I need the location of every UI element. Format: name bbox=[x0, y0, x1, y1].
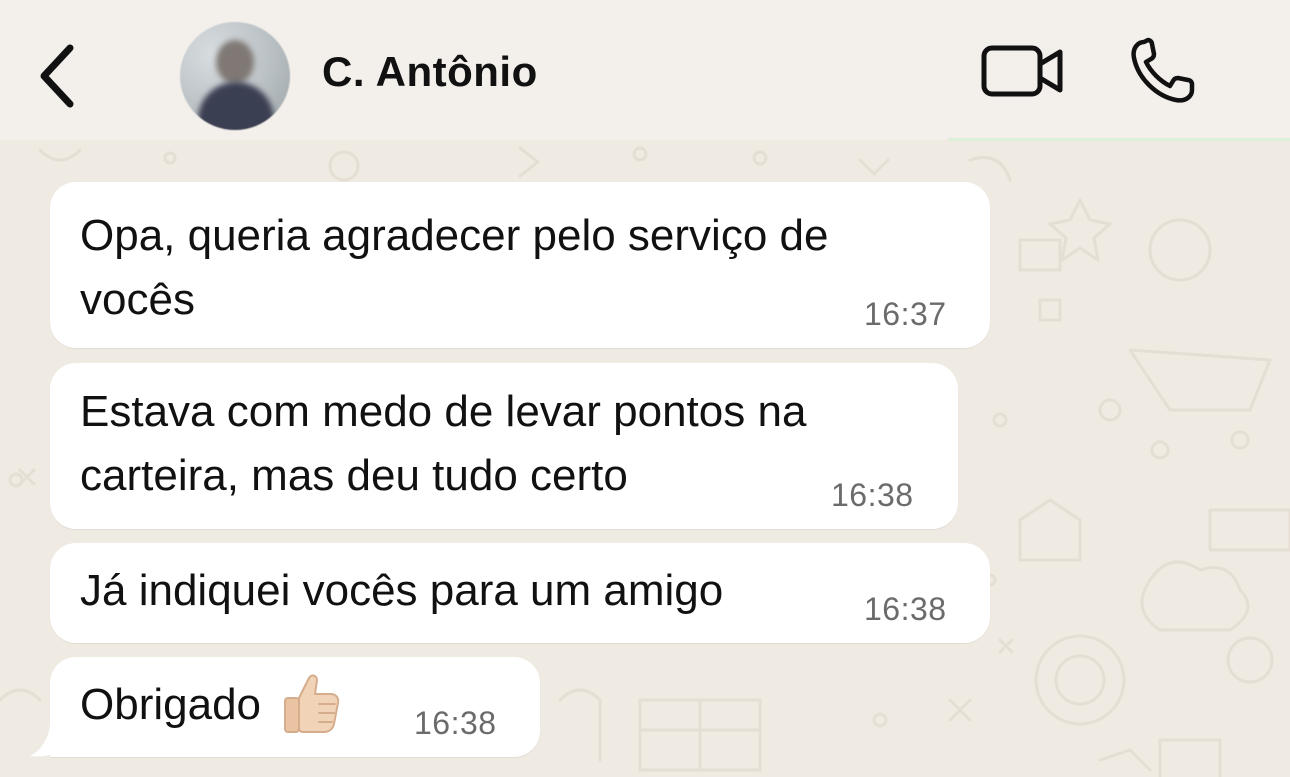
message-text-line: Já indiquei vocês para um amigo bbox=[80, 566, 724, 615]
contact-name[interactable]: C. Antônio bbox=[322, 48, 538, 96]
message-text-line: Estava com medo de levar pontos na bbox=[80, 387, 807, 436]
message-text-line: carteira, mas deu tudo certo bbox=[80, 451, 628, 500]
message-bubble[interactable]: Estava com medo de levar pontos na carte… bbox=[50, 363, 958, 529]
avatar[interactable] bbox=[180, 22, 290, 130]
message-timestamp: 16:37 bbox=[864, 296, 947, 332]
message-bubble[interactable]: Já indiquei vocês para um amigo 16:38 bbox=[50, 543, 990, 643]
message-text-line: vocês bbox=[80, 275, 195, 324]
message-text: Obrigado bbox=[80, 680, 262, 729]
header-divider bbox=[948, 138, 1290, 141]
phone-icon[interactable] bbox=[1126, 36, 1200, 106]
message-bubble[interactable]: Obrigado 16:38 bbox=[50, 657, 540, 757]
message-timestamp: 16:38 bbox=[414, 705, 497, 741]
thumbs-up-icon bbox=[284, 674, 340, 734]
message-bubble[interactable]: Opa, queria agradecer pelo serviço de vo… bbox=[50, 182, 990, 348]
chat-header: C. Antônio bbox=[0, 0, 1290, 141]
chevron-left-icon[interactable] bbox=[30, 38, 86, 114]
message-text-line: Opa, queria agradecer pelo serviço de bbox=[80, 211, 829, 260]
message-text-line: Obrigado bbox=[80, 673, 341, 737]
message-timestamp: 16:38 bbox=[831, 477, 914, 513]
message-timestamp: 16:38 bbox=[864, 591, 947, 627]
video-camera-icon[interactable] bbox=[978, 38, 1066, 104]
